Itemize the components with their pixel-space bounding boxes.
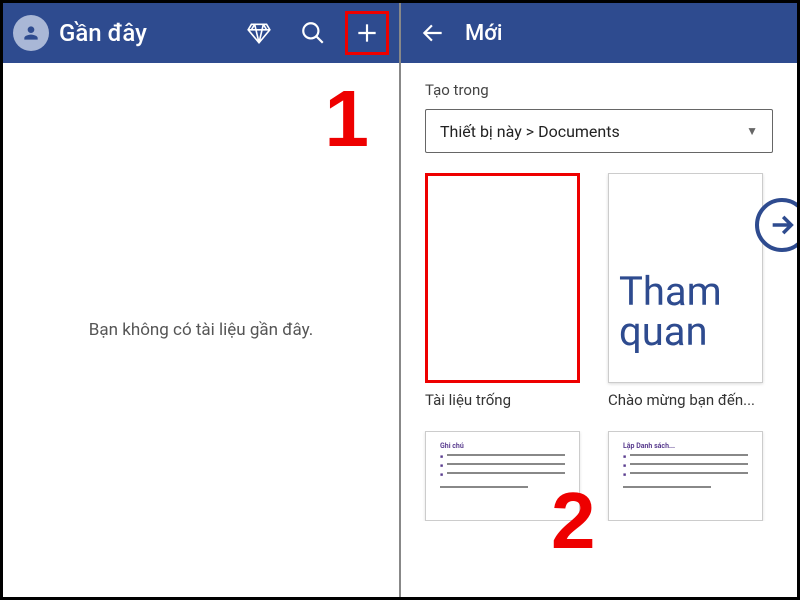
template-grid-row2: Ghi chú Lập Danh sách...	[401, 431, 797, 521]
annotation-step-1: 1	[325, 73, 370, 165]
template-list[interactable]: Lập Danh sách...	[608, 431, 763, 521]
page-title: Mới	[465, 21, 787, 46]
template-label: Chào mừng bạn đến...	[608, 383, 763, 413]
plus-icon	[354, 20, 380, 46]
template-label: Tài liệu trống	[425, 383, 580, 413]
tour-thumb-text: Tham quan	[609, 272, 762, 352]
template-thumb-tour: Tham quan	[608, 173, 763, 383]
template-thumb-blank	[425, 173, 580, 383]
chevron-down-icon: ▼	[746, 124, 758, 138]
mini-title: Lập Danh sách...	[623, 442, 748, 450]
person-icon	[21, 23, 41, 43]
page-title: Gần đây	[59, 19, 227, 47]
search-button[interactable]	[291, 11, 335, 55]
create-in-label: Tạo trong	[401, 63, 797, 109]
premium-button[interactable]	[237, 11, 281, 55]
recent-screen: Gần đây Bạn không có tài liệu gần đây. 1	[3, 3, 399, 597]
search-icon	[300, 20, 326, 46]
appbar-right: Mới	[401, 3, 797, 63]
new-document-screen: Mới Tạo trong Thiết bị này > Documents ▼…	[399, 3, 797, 597]
mini-title: Ghi chú	[440, 442, 565, 450]
profile-avatar[interactable]	[13, 15, 49, 51]
create-location-value: Thiết bị này > Documents	[440, 122, 620, 141]
create-location-dropdown[interactable]: Thiết bị này > Documents ▼	[425, 109, 773, 153]
diamond-icon	[246, 20, 272, 46]
arrow-right-icon	[768, 211, 796, 239]
template-tour[interactable]: Tham quan Chào mừng bạn đến...	[608, 173, 763, 413]
back-button[interactable]	[411, 11, 455, 55]
template-grid: Tài liệu trống Tham quan Chào mừng bạn đ…	[401, 173, 797, 413]
new-document-button[interactable]	[345, 11, 389, 55]
template-blank[interactable]: Tài liệu trống	[425, 173, 580, 413]
annotation-step-2: 2	[551, 475, 596, 567]
back-arrow-icon	[420, 20, 446, 46]
appbar-left: Gần đây	[3, 3, 399, 63]
